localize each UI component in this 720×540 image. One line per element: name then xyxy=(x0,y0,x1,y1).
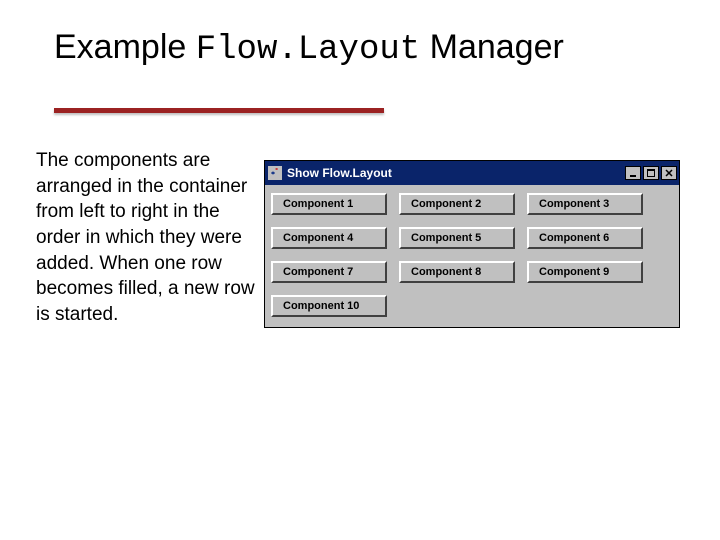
java-cup-icon xyxy=(267,165,283,181)
component-button[interactable]: Component 1 xyxy=(271,193,387,215)
component-button[interactable]: Component 5 xyxy=(399,227,515,249)
maximize-button[interactable] xyxy=(643,166,659,180)
window-control-buttons xyxy=(625,166,677,180)
body-text: The components are arranged in the conta… xyxy=(36,148,256,327)
component-label: Component 10 xyxy=(283,300,359,312)
component-button[interactable]: Component 3 xyxy=(527,193,643,215)
close-button[interactable] xyxy=(661,166,677,180)
component-label: Component 4 xyxy=(283,232,353,244)
component-label: Component 1 xyxy=(283,198,353,210)
window-client-area: Component 1 Component 2 Component 3 Comp… xyxy=(265,185,679,327)
slide: Example Flow.Layout Manager The componen… xyxy=(0,0,720,540)
component-button[interactable]: Component 6 xyxy=(527,227,643,249)
component-label: Component 2 xyxy=(411,198,481,210)
component-button[interactable]: Component 9 xyxy=(527,261,643,283)
component-button[interactable]: Component 4 xyxy=(271,227,387,249)
window-titlebar[interactable]: Show Flow.Layout xyxy=(265,161,679,185)
component-label: Component 6 xyxy=(539,232,609,244)
component-button[interactable]: Component 2 xyxy=(399,193,515,215)
slide-title: Example Flow.Layout Manager xyxy=(54,28,564,69)
component-label: Component 9 xyxy=(539,266,609,278)
minimize-button[interactable] xyxy=(625,166,641,180)
title-suffix: Manager xyxy=(420,28,564,66)
component-label: Component 7 xyxy=(283,266,353,278)
component-button[interactable]: Component 10 xyxy=(271,295,387,317)
title-underline xyxy=(54,108,384,113)
component-label: Component 3 xyxy=(539,198,609,210)
example-window: Show Flow.Layout Component 1 Component 2… xyxy=(264,160,680,328)
title-prefix: Example xyxy=(54,28,196,66)
component-label: Component 8 xyxy=(411,266,481,278)
component-button[interactable]: Component 7 xyxy=(271,261,387,283)
window-caption: Show Flow.Layout xyxy=(287,166,625,180)
title-mono: Flow.Layout xyxy=(196,31,420,69)
component-button[interactable]: Component 8 xyxy=(399,261,515,283)
component-label: Component 5 xyxy=(411,232,481,244)
